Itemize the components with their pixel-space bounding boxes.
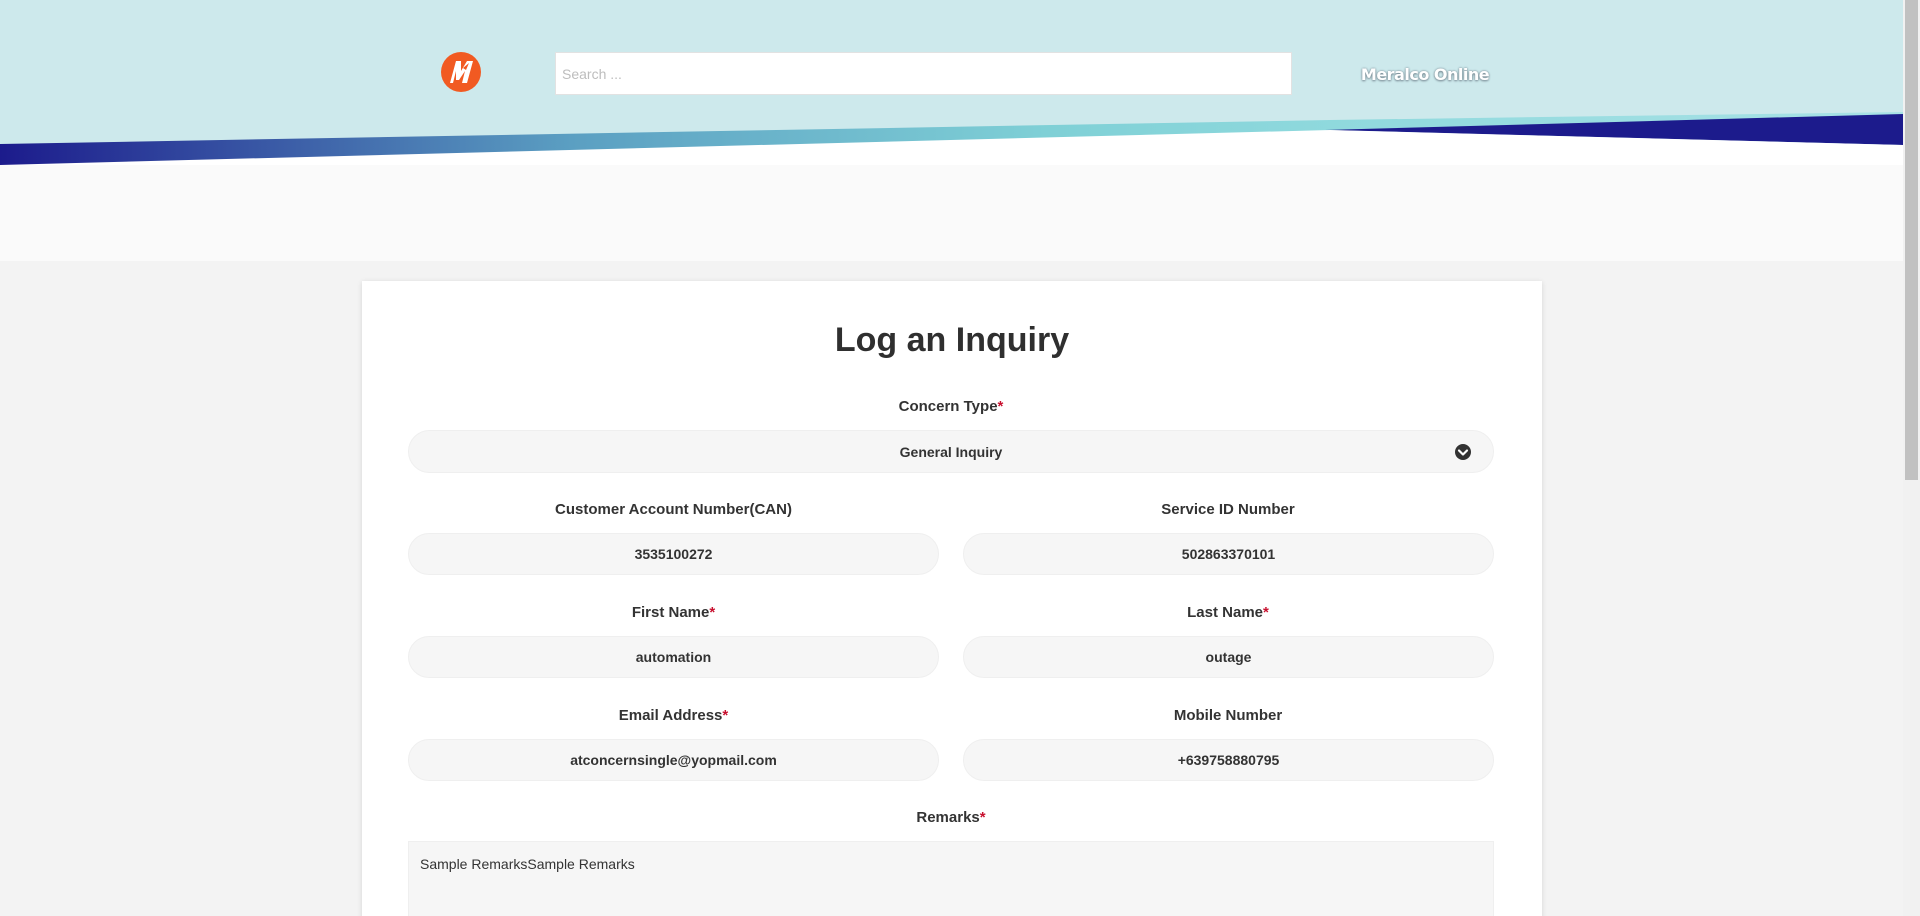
concern-type-label-text: Concern Type — [898, 398, 998, 415]
remarks-label: Remarks* — [408, 809, 1494, 826]
email-label-text: Email Address — [618, 707, 723, 724]
first-name-label: First Name* — [408, 604, 939, 621]
scrollbar-thumb[interactable] — [1905, 0, 1918, 480]
service-id-label-text: Service ID Number — [1161, 501, 1295, 518]
first-name-input[interactable] — [408, 636, 939, 678]
mobile-label: Mobile Number — [962, 707, 1494, 724]
concern-type-value: General Inquiry — [899, 444, 1003, 460]
last-name-label-text: Last Name — [1187, 604, 1264, 621]
site-header: Meralco Online — [0, 0, 1903, 165]
can-input[interactable] — [408, 533, 939, 575]
header-spacer-band — [0, 165, 1903, 261]
remarks-textarea[interactable]: Sample RemarksSample Remarks — [408, 841, 1494, 916]
email-label: Email Address* — [408, 707, 939, 724]
required-mark: * — [979, 809, 986, 826]
meralco-logo-icon[interactable] — [439, 50, 483, 94]
service-id-input[interactable] — [963, 533, 1494, 575]
concern-type-label: Concern Type* — [408, 398, 1494, 415]
first-name-label-text: First Name — [631, 604, 710, 621]
mobile-label-text: Mobile Number — [1173, 707, 1283, 724]
chevron-down-icon — [1455, 444, 1471, 460]
page-title: Log an Inquiry — [834, 321, 1070, 359]
required-mark: * — [709, 604, 716, 621]
last-name-input[interactable] — [963, 636, 1494, 678]
can-label: Customer Account Number(CAN) — [408, 501, 939, 518]
inquiry-form-card: Log an Inquiry Concern Type* General Inq… — [362, 281, 1542, 916]
can-label-text: Customer Account Number(CAN) — [555, 501, 792, 518]
email-input[interactable] — [408, 739, 939, 781]
mobile-input[interactable] — [963, 739, 1494, 781]
concern-type-select[interactable]: General Inquiry — [408, 430, 1494, 473]
required-mark: * — [722, 707, 729, 724]
remarks-label-text: Remarks — [916, 809, 980, 826]
required-mark: * — [997, 398, 1004, 415]
required-mark: * — [1263, 604, 1269, 621]
page-scrollbar[interactable] — [1903, 0, 1920, 916]
meralco-online-link[interactable]: Meralco Online — [1330, 65, 1520, 84]
service-id-label: Service ID Number — [962, 501, 1494, 518]
search-input[interactable] — [555, 52, 1292, 95]
last-name-label: Last Name* — [962, 604, 1494, 621]
